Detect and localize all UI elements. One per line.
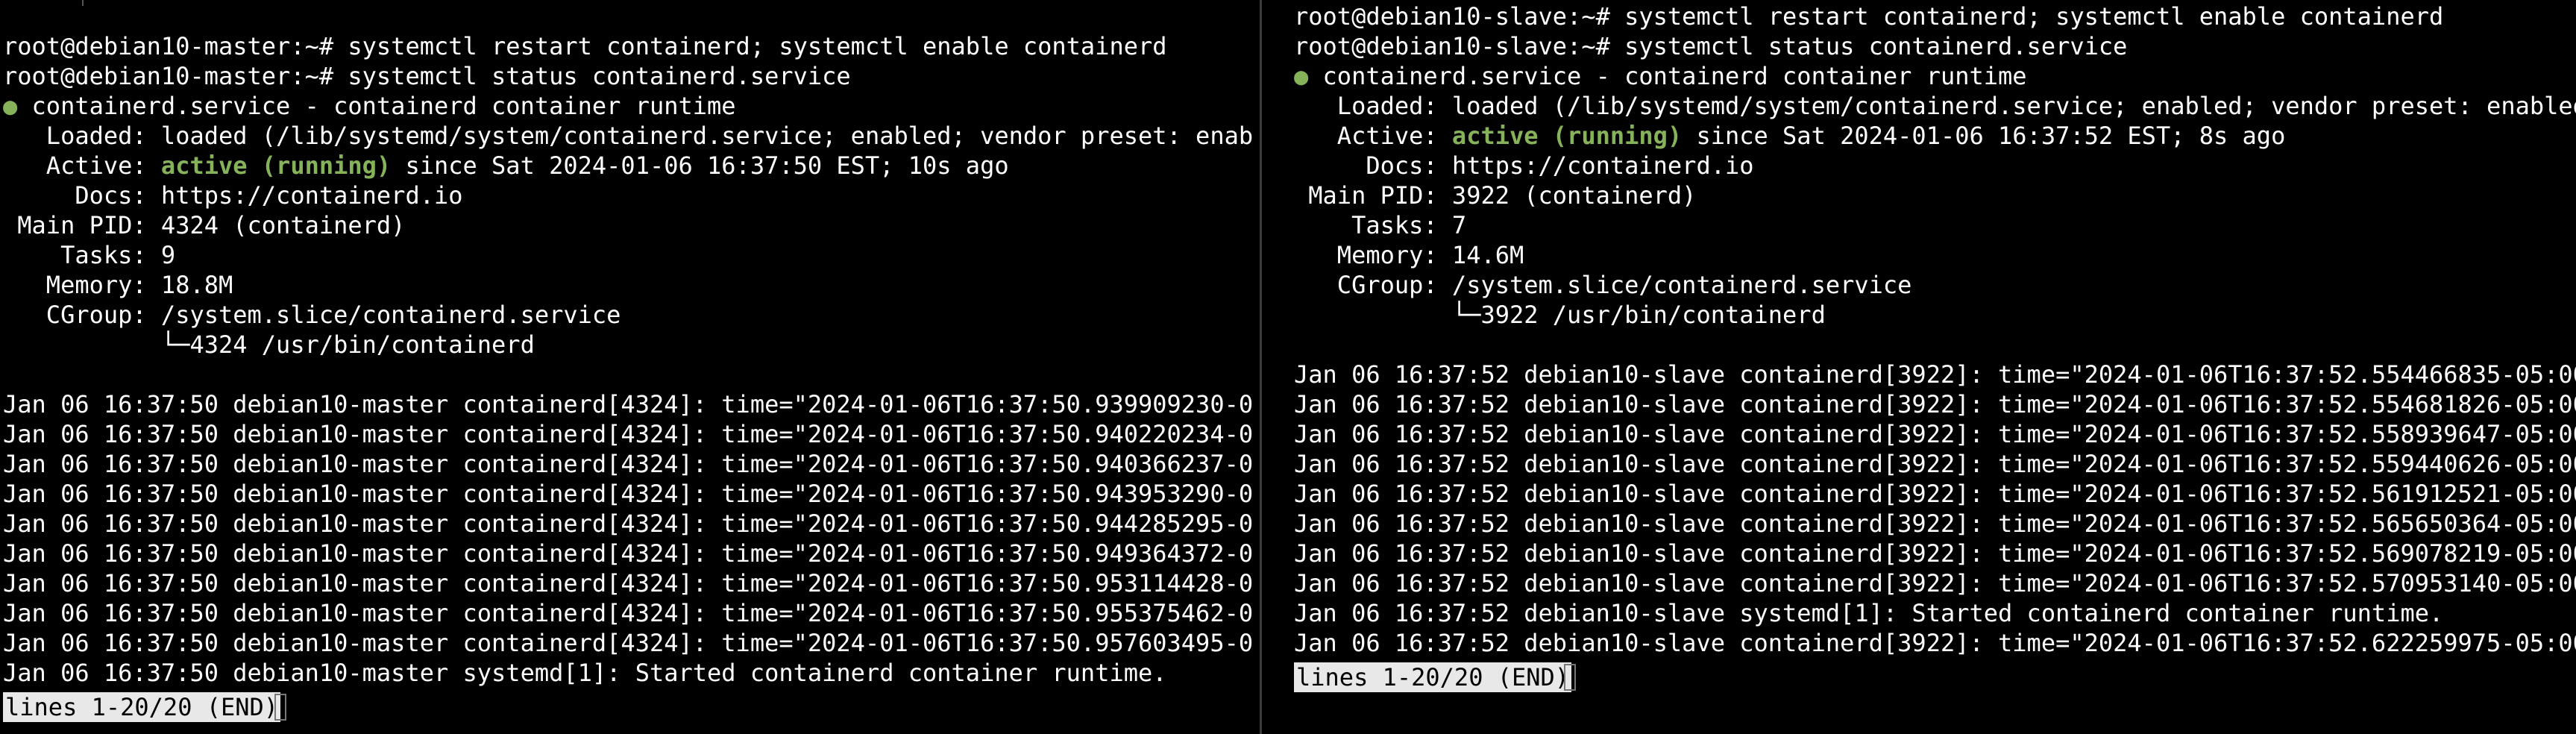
prompt-line: root@debian10-slave:~# systemctl status …: [1294, 32, 2128, 60]
status-dot-icon: ●: [1294, 62, 1309, 90]
log-line: Jan 06 16:37:50 debian10-master containe…: [3, 539, 1254, 568]
active-state: active (running): [160, 151, 392, 180]
log-line: Jan 06 16:37:50 debian10-master containe…: [3, 509, 1254, 538]
main-pid-line: Main PID: 4324 (containerd): [3, 211, 406, 239]
log-line: Jan 06 16:37:50 debian10-master containe…: [3, 480, 1254, 508]
pager-status: lines 1-20/20 (END): [1294, 662, 1572, 692]
log-line: Jan 06 16:37:52 debian10-slave container…: [1294, 360, 2576, 389]
memory-line: Memory: 14.6M: [1294, 241, 1524, 269]
text-cursor: [274, 694, 286, 721]
log-line: Jan 06 16:37:50 debian10-master containe…: [3, 450, 1254, 478]
prompt-line: root@debian10-master:~# systemctl restar…: [3, 32, 1167, 60]
docs-line: Docs: https://containerd.io: [3, 181, 463, 210]
unit-title-line: ● containerd.service - containerd contai…: [1294, 62, 2027, 90]
log-line: Jan 06 16:37:52 debian10-slave container…: [1294, 480, 2576, 508]
top-scroll-mark: [82, 0, 84, 6]
log-line: Jan 06 16:37:50 debian10-master containe…: [3, 629, 1254, 657]
log-line: Jan 06 16:37:52 debian10-slave container…: [1294, 569, 2576, 597]
loaded-line: Loaded: loaded (/lib/systemd/system/cont…: [3, 122, 1254, 150]
prompt-line: root@debian10-master:~# systemctl status…: [3, 62, 851, 90]
active-line: Active: active (running) since Sat 2024-…: [1294, 122, 2286, 150]
cgroup-line: CGroup: /system.slice/containerd.service: [1294, 271, 1912, 299]
log-line: Jan 06 16:37:52 debian10-slave container…: [1294, 420, 2576, 448]
unit-title-line: ● containerd.service - containerd contai…: [3, 92, 736, 120]
terminal-pane-master[interactable]: root@debian10-master:~# systemctl restar…: [0, 0, 1256, 734]
status-dot-icon: ●: [3, 92, 18, 120]
text-cursor: [1564, 664, 1576, 691]
log-line: Jan 06 16:37:50 debian10-master systemd[…: [3, 659, 1167, 687]
log-line: Jan 06 16:37:52 debian10-slave container…: [1294, 539, 2576, 568]
cgroup-process-line: └─3922 /usr/bin/containerd: [1294, 301, 1826, 329]
log-line: Jan 06 16:37:50 debian10-master containe…: [3, 420, 1254, 448]
log-line: Jan 06 16:37:52 debian10-slave container…: [1294, 450, 2576, 478]
tasks-line: Tasks: 7: [1294, 211, 1467, 239]
pane-divider[interactable]: [1260, 0, 1262, 734]
log-line: Jan 06 16:37:52 debian10-slave container…: [1294, 509, 2576, 538]
log-line: Jan 06 16:37:50 debian10-master containe…: [3, 390, 1254, 418]
active-line: Active: active (running) since Sat 2024-…: [3, 151, 1009, 180]
pager-status: lines 1-20/20 (END): [3, 692, 281, 722]
prompt-line: root@debian10-slave:~# systemctl restart…: [1294, 2, 2444, 31]
docs-line: Docs: https://containerd.io: [1294, 151, 1754, 180]
log-line: Jan 06 16:37:52 debian10-slave container…: [1294, 390, 2576, 418]
loaded-line: Loaded: loaded (/lib/systemd/system/cont…: [1294, 92, 2576, 120]
log-line: Jan 06 16:37:50 debian10-master containe…: [3, 569, 1254, 597]
cgroup-process-line: └─4324 /usr/bin/containerd: [3, 330, 535, 359]
terminal-pane-slave[interactable]: root@debian10-slave:~# systemctl restart…: [1291, 0, 2576, 734]
tasks-line: Tasks: 9: [3, 241, 176, 269]
log-line: Jan 06 16:37:52 debian10-slave systemd[1…: [1294, 599, 2444, 627]
cgroup-line: CGroup: /system.slice/containerd.service: [3, 301, 621, 329]
main-pid-line: Main PID: 3922 (containerd): [1294, 181, 1697, 210]
active-state: active (running): [1451, 122, 1683, 150]
memory-line: Memory: 18.8M: [3, 271, 233, 299]
log-line: Jan 06 16:37:52 debian10-slave container…: [1294, 629, 2576, 657]
log-line: Jan 06 16:37:50 debian10-master containe…: [3, 599, 1254, 627]
